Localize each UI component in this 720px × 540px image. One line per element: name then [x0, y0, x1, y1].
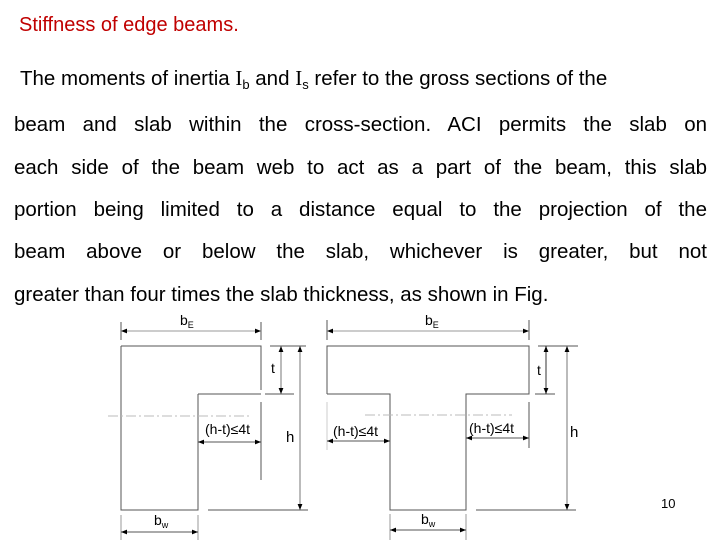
l-beam-h-label: h: [286, 429, 294, 446]
t-beam-overhang-left-label: (h-t)≤4t: [333, 423, 378, 439]
l-beam-overhang-label: (h-t)≤4t: [205, 421, 250, 437]
beam-sections-figure: bE t h (h-t)≤4t bw bE t h (h-t)≤4t (h-t)…: [108, 312, 578, 540]
page-number: 10: [661, 496, 676, 511]
l-beam-t-label: t: [271, 360, 275, 376]
l-beam-bw-label: bw: [154, 512, 169, 530]
t-beam-overhang-right-label: (h-t)≤4t: [469, 420, 514, 436]
t-beam-section: bE t h (h-t)≤4t (h-t)≤4t bw: [326, 312, 578, 540]
t-beam-h-label: h: [570, 424, 578, 441]
t-beam-t-label: t: [537, 362, 541, 378]
l-beam-section: bE t h (h-t)≤4t bw: [108, 312, 308, 540]
l-beam-bE-label: bE: [180, 312, 194, 330]
t-beam-bE-label: bE: [425, 312, 439, 330]
t-beam-bw-label: bw: [421, 511, 436, 529]
